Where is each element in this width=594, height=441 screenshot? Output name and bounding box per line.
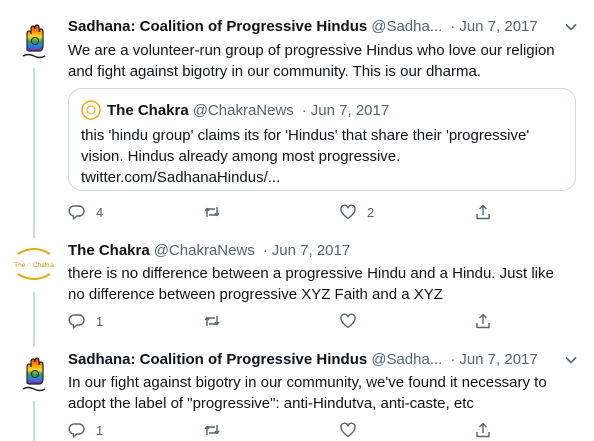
tweet-text: there is no difference between a progres… [68, 265, 554, 303]
thread-line [33, 68, 35, 232]
sadhana-hand-logo-icon [22, 357, 46, 392]
thread-line [33, 341, 35, 347]
retweet-button[interactable] [203, 310, 231, 332]
retweet-icon [204, 207, 220, 217]
like-button[interactable]: 2 [339, 201, 374, 223]
retweet-button[interactable] [203, 419, 231, 441]
thread-line [33, 401, 35, 441]
like-count: 2 [367, 204, 375, 220]
share-icon [476, 204, 490, 220]
chakra-logo-icon: The ○ Chakra [14, 248, 54, 280]
like-button[interactable] [339, 310, 367, 332]
reply-button[interactable]: 1 [68, 310, 103, 332]
chakra-logo-icon [81, 100, 101, 120]
sadhana-avatar[interactable] [10, 16, 58, 64]
separator-dot: · [450, 351, 456, 368]
author-handle[interactable]: @Sadha... [371, 16, 442, 38]
reply-count: 1 [96, 422, 104, 438]
reply-count: 4 [96, 204, 104, 220]
retweet-button[interactable] [203, 201, 231, 223]
like-icon [340, 422, 356, 438]
tweet-date[interactable]: Jun 7, 2017 [459, 349, 537, 371]
share-button[interactable] [474, 201, 492, 223]
like-icon [340, 313, 356, 329]
tweet-header: The Chakra @ChakraNews · Jun 7, 2017 [68, 240, 584, 262]
share-button[interactable] [474, 310, 492, 332]
retweet-icon [204, 425, 220, 435]
thread-line [33, 292, 35, 341]
tweet-3[interactable]: Sadhana: Coalition of Progressive Hindus… [0, 341, 594, 441]
author-handle[interactable]: @Sadha... [371, 349, 442, 371]
share-icon [476, 422, 490, 438]
author-name[interactable]: Sadhana: Coalition of Progressive Hindus [68, 349, 367, 371]
tweet-text: We are a volunteer-run group of progress… [68, 42, 555, 80]
reply-button[interactable]: 4 [68, 201, 103, 223]
reply-button[interactable]: 1 [68, 419, 103, 441]
tweet-actions: 4 2 [68, 201, 508, 223]
reply-count: 1 [96, 313, 104, 329]
author-name[interactable]: Sadhana: Coalition of Progressive Hindus [68, 16, 367, 38]
caret-down-icon[interactable] [564, 353, 578, 367]
quote-author-name[interactable]: The Chakra [107, 102, 189, 119]
tweet-2[interactable]: The ○ Chakra The Chakra @ChakraNews · Ju… [0, 232, 594, 341]
caret-down-icon[interactable] [564, 20, 578, 34]
author-name[interactable]: The Chakra [68, 240, 150, 262]
separator-dot: · [262, 242, 268, 259]
tweet-header: Sadhana: Coalition of Progressive Hindus… [68, 16, 584, 38]
reply-icon [68, 314, 85, 329]
sadhana-avatar[interactable] [10, 349, 58, 397]
sadhana-hand-logo-icon [22, 24, 46, 59]
share-icon [476, 313, 490, 329]
thread-line [33, 232, 35, 238]
chakra-small-avatar [81, 100, 101, 120]
chakra-avatar[interactable]: The ○ Chakra [10, 240, 58, 288]
share-button[interactable] [474, 419, 492, 441]
tweet-date[interactable]: Jun 7, 2017 [272, 240, 350, 262]
quote-date[interactable]: Jun 7, 2017 [311, 102, 389, 119]
reply-icon [68, 423, 85, 438]
quote-header: The Chakra @ChakraNews · Jun 7, 2017 [81, 99, 389, 121]
separator-dot: · [450, 18, 456, 35]
author-handle[interactable]: @ChakraNews [154, 240, 255, 262]
chakra-avatar-label: The ○ Chakra [14, 262, 54, 269]
tweet-header: Sadhana: Coalition of Progressive Hindus… [68, 349, 584, 371]
tweet-actions: 1 [68, 419, 508, 441]
like-button[interactable] [339, 419, 367, 441]
retweet-icon [204, 316, 220, 326]
reply-icon [68, 205, 85, 220]
tweet-text: In our fight against bigotry in our comm… [68, 374, 547, 412]
quote-author-handle[interactable]: @ChakraNews [193, 102, 294, 119]
tweet-actions: 1 [68, 310, 508, 332]
quote-text: this 'hindu group' claims its for 'Hindu… [81, 127, 530, 186]
quoted-tweet[interactable]: The Chakra @ChakraNews · Jun 7, 2017 thi… [68, 88, 576, 191]
tweet-1[interactable]: Sadhana: Coalition of Progressive Hindus… [0, 0, 594, 232]
tweet-date[interactable]: Jun 7, 2017 [459, 16, 537, 38]
like-icon [340, 204, 356, 220]
separator-dot: · [301, 101, 307, 119]
